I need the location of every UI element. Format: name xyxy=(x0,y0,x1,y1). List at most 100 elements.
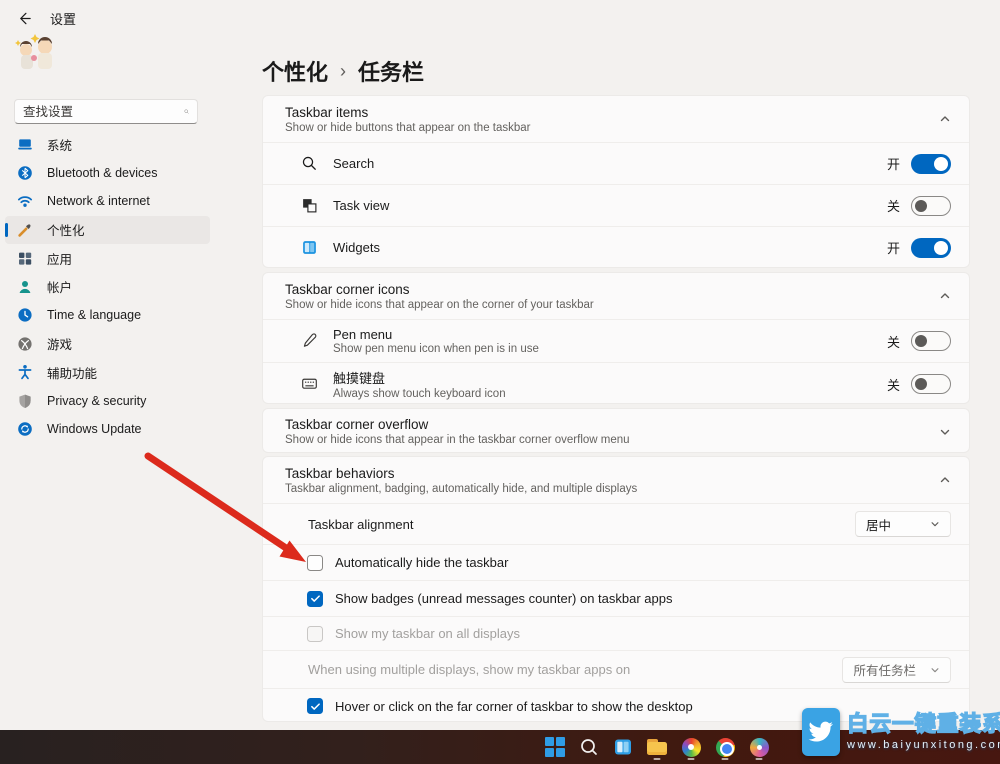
expander-taskbar-behaviors[interactable]: Taskbar behaviors Taskbar alignment, bad… xyxy=(263,457,969,503)
running-indicator xyxy=(722,758,729,761)
toggle-state-label: 开 xyxy=(887,238,900,257)
row-task-view: Task view 关 xyxy=(263,184,969,226)
xbox-icon xyxy=(17,336,33,352)
row-pen-menu: Pen menu Show pen menu icon when pen is … xyxy=(263,319,969,362)
apps-grid-icon xyxy=(17,250,33,266)
file-explorer-button[interactable] xyxy=(646,734,668,760)
windows-logo-icon xyxy=(545,737,565,757)
back-arrow-icon xyxy=(17,11,32,26)
row-label: Widgets xyxy=(333,240,380,255)
pen-menu-toggle[interactable] xyxy=(911,331,951,351)
row-touch-keyboard: 触摸键盘 Always show touch keyboard icon 关 xyxy=(263,362,969,404)
search-toggle[interactable] xyxy=(911,154,951,174)
taskbar-widgets-button[interactable] xyxy=(612,734,634,760)
alignment-dropdown[interactable]: 居中 xyxy=(855,511,951,537)
keyboard-icon xyxy=(301,375,319,393)
sidebar-item-gaming[interactable]: 游戏 xyxy=(5,330,210,359)
show-badges-checkbox[interactable] xyxy=(307,591,323,607)
task-view-toggle[interactable] xyxy=(911,196,951,216)
card-corner-icons: Taskbar corner icons Show or hide icons … xyxy=(262,272,970,404)
sidebar-item-personalization[interactable]: 个性化 xyxy=(5,216,210,245)
page-title: 任务栏 xyxy=(358,55,424,87)
sidebar-item-bluetooth-devices[interactable]: Bluetooth & devices xyxy=(5,159,210,188)
dropdown-value: 居中 xyxy=(866,515,891,534)
sidebar-item-apps[interactable]: 应用 xyxy=(5,244,210,273)
sidebar-item-label: Network & internet xyxy=(47,194,150,208)
card-taskbar-behaviors: Taskbar behaviors Taskbar alignment, bad… xyxy=(262,456,970,722)
settings-search xyxy=(14,99,198,124)
chrome-icon xyxy=(716,738,735,757)
auto-hide-checkbox[interactable] xyxy=(307,555,323,571)
row-label: Taskbar alignment xyxy=(308,517,414,532)
browser-wheel-button[interactable] xyxy=(680,734,702,760)
search-icon xyxy=(184,105,189,118)
paint-app-button[interactable] xyxy=(748,734,770,760)
sidebar-item-label: 辅助功能 xyxy=(47,363,97,382)
section-title: Taskbar corner icons xyxy=(285,282,594,297)
sidebar-item-windows-update[interactable]: Windows Update xyxy=(5,415,210,444)
row-multi-display: When using multiple displays, show my ta… xyxy=(263,650,969,688)
titlebar: 设置 xyxy=(16,9,76,28)
search-input[interactable] xyxy=(23,105,184,119)
system-icon xyxy=(17,136,33,152)
start-button[interactable] xyxy=(544,734,566,760)
sidebar-item-accessibility[interactable]: 辅助功能 xyxy=(5,358,210,387)
row-show-badges: Show badges (unread messages counter) on… xyxy=(263,580,969,616)
chevron-up-icon xyxy=(939,474,951,486)
avatar xyxy=(12,30,60,78)
row-widgets: Widgets 开 xyxy=(263,226,969,268)
section-subtitle: Taskbar alignment, badging, automaticall… xyxy=(285,483,637,495)
chevron-up-icon xyxy=(939,113,951,125)
search-glyph-icon xyxy=(301,155,319,173)
row-label: Task view xyxy=(333,198,389,213)
breadcrumb-root[interactable]: 个性化 xyxy=(262,55,328,87)
sidebar-item-system[interactable]: 系统 xyxy=(5,130,210,159)
toggle-state-label: 开 xyxy=(887,154,900,173)
watermark: 白云一键重装系统 www.baiyunxitong.com xyxy=(802,708,1000,756)
watermark-title: 白云一键重装系统 xyxy=(847,713,1000,737)
chevron-down-icon xyxy=(939,426,951,438)
sidebar-item-network-internet[interactable]: Network & internet xyxy=(5,187,210,216)
row-all-displays: Show my taskbar on all displays xyxy=(263,616,969,650)
toggle-state-label: 关 xyxy=(887,196,900,215)
sidebar-item-label: 游戏 xyxy=(47,334,72,353)
folder-icon xyxy=(647,739,667,755)
row-description: Show pen menu icon when pen is in use xyxy=(333,343,539,355)
breadcrumb: 个性化 › 任务栏 xyxy=(262,55,424,87)
row-description: Always show touch keyboard icon xyxy=(333,388,506,400)
chrome-button[interactable] xyxy=(714,734,736,760)
all-displays-checkbox[interactable] xyxy=(307,626,323,642)
sidebar-item-privacy-security[interactable]: Privacy & security xyxy=(5,387,210,416)
sidebar-item-label: 帐户 xyxy=(47,277,72,296)
row-label: Hover or click on the far corner of task… xyxy=(335,699,693,714)
hover-desktop-checkbox[interactable] xyxy=(307,698,323,714)
section-subtitle: Show or hide icons that appear in the ta… xyxy=(285,434,630,446)
running-indicator xyxy=(654,758,661,761)
task-view-icon xyxy=(301,197,319,215)
sidebar-item-time-language[interactable]: Time & language xyxy=(5,301,210,330)
widgets-toggle[interactable] xyxy=(911,238,951,258)
chevron-down-icon xyxy=(930,519,940,529)
expander-taskbar-items[interactable]: Taskbar items Show or hide buttons that … xyxy=(263,96,969,142)
expander-corner-icons[interactable]: Taskbar corner icons Show or hide icons … xyxy=(263,273,969,319)
section-title: Taskbar corner overflow xyxy=(285,417,630,432)
widgets-icon xyxy=(613,737,633,757)
back-button[interactable] xyxy=(16,11,32,27)
sidebar-item-label: 系统 xyxy=(47,135,72,154)
sidebar-item-label: Privacy & security xyxy=(47,394,146,408)
taskbar-search-button[interactable] xyxy=(578,734,600,760)
row-taskbar-alignment: Taskbar alignment 居中 xyxy=(263,503,969,544)
breadcrumb-separator: › xyxy=(340,61,346,82)
sidebar-item-label: 个性化 xyxy=(47,220,85,239)
person-icon xyxy=(17,279,33,295)
touch-keyboard-toggle[interactable] xyxy=(911,374,951,394)
sidebar-item-accounts[interactable]: 帐户 xyxy=(5,273,210,302)
watermark-url: www.baiyunxitong.com xyxy=(847,739,1000,751)
bluetooth-icon xyxy=(17,165,33,181)
section-title: Taskbar items xyxy=(285,105,531,120)
section-subtitle: Show or hide buttons that appear on the … xyxy=(285,122,531,134)
expander-corner-overflow[interactable]: Taskbar corner overflow Show or hide ico… xyxy=(263,409,969,453)
row-label: Show my taskbar on all displays xyxy=(335,626,520,641)
multi-display-dropdown[interactable]: 所有任务栏 xyxy=(842,657,951,683)
row-label: Pen menu xyxy=(333,327,539,342)
